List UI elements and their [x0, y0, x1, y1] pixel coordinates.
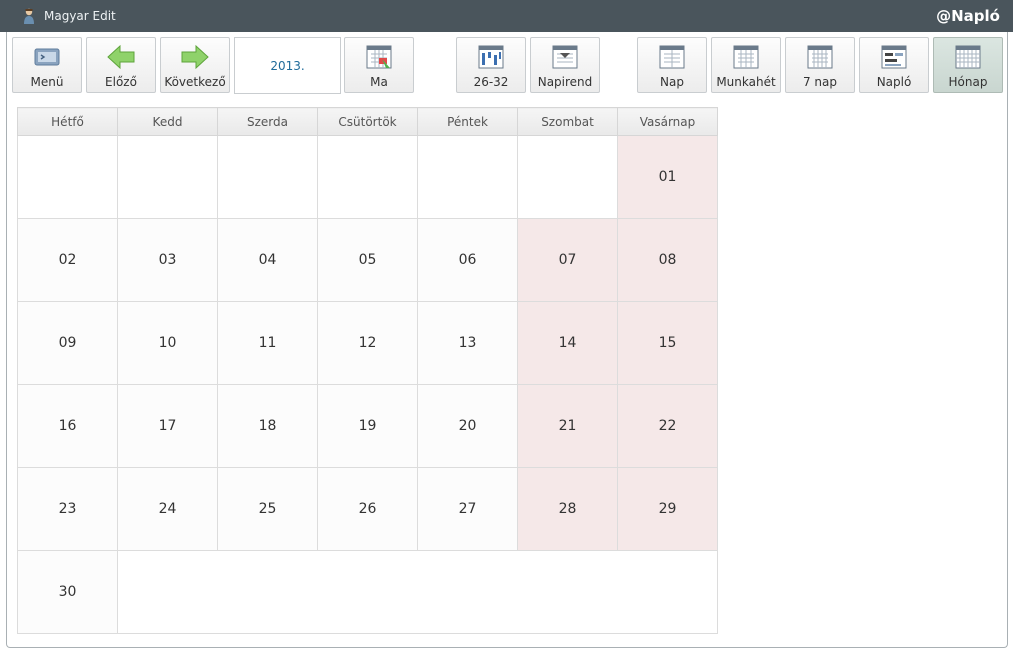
day-cell[interactable]: 22 — [617, 384, 718, 468]
weekday-label: Szombat — [517, 107, 618, 136]
day-cell-empty — [317, 135, 418, 219]
day-cell[interactable]: 21 — [517, 384, 618, 468]
day-cell-empty — [117, 135, 218, 219]
journal-label: Napló — [876, 75, 912, 89]
day-cell-empty — [17, 135, 118, 219]
journal-button[interactable]: Napló — [859, 37, 929, 93]
day-cell[interactable]: 23 — [17, 467, 118, 551]
weekday-label: Vasárnap — [617, 107, 718, 136]
arrow-right-icon — [181, 44, 209, 70]
day-cell[interactable]: 28 — [517, 467, 618, 551]
day-cell[interactable]: 04 — [217, 218, 318, 302]
day-button[interactable]: Nap — [637, 37, 707, 93]
calendar-journal-icon — [881, 45, 907, 69]
day-cell-empty — [217, 135, 318, 219]
agenda-button[interactable]: Napirend — [530, 37, 600, 93]
calendar-7day-icon — [807, 45, 833, 69]
day-cell[interactable]: 09 — [17, 301, 118, 385]
week-row: 09 10 11 12 13 14 15 — [17, 301, 718, 385]
week-row: 30 — [17, 550, 718, 634]
calendar-month-icon — [955, 45, 981, 69]
day-cell-empty — [417, 135, 518, 219]
weekday-label: Péntek — [417, 107, 518, 136]
day-cell[interactable]: 29 — [617, 467, 718, 551]
month-button[interactable]: Hónap — [933, 37, 1003, 93]
agenda-label: Napirend — [537, 75, 593, 89]
day-cell[interactable]: 03 — [117, 218, 218, 302]
month-calendar: Hétfő Kedd Szerda Csütörtök Péntek Szomb… — [17, 107, 718, 634]
day-cell[interactable]: 10 — [117, 301, 218, 385]
seven-days-button[interactable]: 7 nap — [785, 37, 855, 93]
calendar-agenda-icon — [552, 45, 578, 69]
next-label: Következő — [164, 75, 226, 89]
day-cell[interactable]: 05 — [317, 218, 418, 302]
today-button[interactable]: Ma — [344, 37, 414, 93]
day-cell[interactable]: 14 — [517, 301, 618, 385]
arrow-left-icon — [107, 44, 135, 70]
calendar-day-icon — [659, 45, 685, 69]
menu-label: Menü — [30, 75, 64, 89]
day-cell[interactable]: 16 — [17, 384, 118, 468]
day-cell[interactable]: 11 — [217, 301, 318, 385]
day-cell[interactable]: 30 — [17, 550, 118, 634]
next-button[interactable]: Következő — [160, 37, 230, 93]
week-row: 01 — [17, 135, 718, 219]
day-cell[interactable]: 25 — [217, 467, 318, 551]
user-name: Magyar Edit — [44, 9, 116, 23]
week-row: 02 03 04 05 06 07 08 — [17, 218, 718, 302]
week-label: 26-32 — [473, 75, 509, 89]
prev-label: Előző — [105, 75, 137, 89]
workweek-button[interactable]: Munkahét — [711, 37, 781, 93]
user-icon — [24, 8, 34, 24]
day-cell[interactable]: 27 — [417, 467, 518, 551]
week-button[interactable]: 26-32 — [456, 37, 526, 93]
calendar-today-icon — [366, 45, 392, 69]
day-cell[interactable]: 13 — [417, 301, 518, 385]
weekday-label: Kedd — [117, 107, 218, 136]
day-cell-empty — [517, 135, 618, 219]
week-row: 23 24 25 26 27 28 29 — [17, 467, 718, 551]
day-cell[interactable]: 02 — [17, 218, 118, 302]
day-cell[interactable]: 15 — [617, 301, 718, 385]
menu-button[interactable]: Menü — [12, 37, 82, 93]
day-cell[interactable]: 06 — [417, 218, 518, 302]
week-row: 16 17 18 19 20 21 22 — [17, 384, 718, 468]
calendar-week-icon — [478, 45, 504, 69]
day-cell[interactable]: 07 — [517, 218, 618, 302]
menu-icon — [34, 48, 60, 66]
workweek-label: Munkahét — [716, 75, 776, 89]
calendar-workweek-icon — [733, 45, 759, 69]
day-cell[interactable]: 26 — [317, 467, 418, 551]
weekday-label: Szerda — [217, 107, 318, 136]
day-cell-empty — [117, 550, 718, 634]
day-cell[interactable]: 20 — [417, 384, 518, 468]
current-date: 2013. szeptember — [234, 37, 341, 130]
weekday-label: Csütörtök — [317, 107, 418, 136]
weekday-header: Hétfő Kedd Szerda Csütörtök Péntek Szomb… — [17, 107, 718, 136]
day-label: Nap — [660, 75, 684, 89]
day-cell[interactable]: 12 — [317, 301, 418, 385]
day-cell[interactable]: 08 — [617, 218, 718, 302]
weekday-label: Hétfő — [17, 107, 118, 136]
day-cell[interactable]: 18 — [217, 384, 318, 468]
day-cell[interactable]: 24 — [117, 467, 218, 551]
day-cell[interactable]: 01 — [617, 135, 718, 219]
title-bar: Magyar Edit @Napló — [0, 0, 1013, 32]
seven-days-label: 7 nap — [802, 75, 838, 89]
app-title: @Napló — [936, 7, 1000, 25]
day-cell[interactable]: 19 — [317, 384, 418, 468]
month-label: Hónap — [948, 75, 988, 89]
day-cell[interactable]: 17 — [117, 384, 218, 468]
prev-button[interactable]: Előző — [86, 37, 156, 93]
today-label: Ma — [370, 75, 388, 89]
